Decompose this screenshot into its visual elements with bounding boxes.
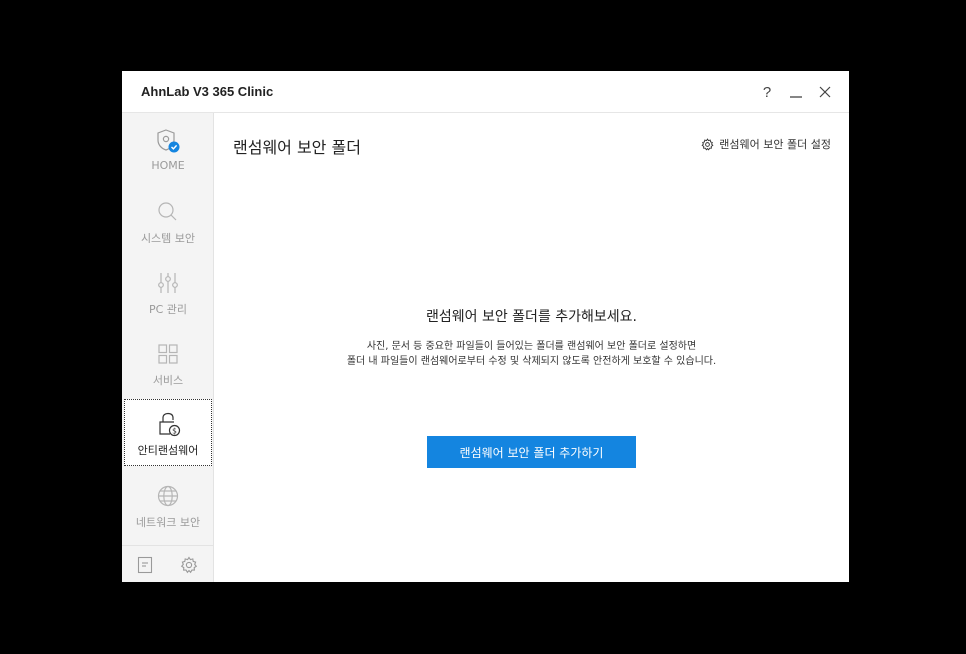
close-icon [819,86,831,98]
sidebar-bottom-bar [122,545,213,582]
close-button[interactable] [814,81,836,103]
sidebar-item-pc-management[interactable]: PC 관리 [124,259,212,326]
app-window: AhnLab V3 365 Clinic ? HOME 시스템 보안 PC 관리… [122,71,849,582]
svg-text:$: $ [172,426,177,435]
document-icon[interactable] [135,555,155,575]
title-bar: AhnLab V3 365 Clinic ? [122,71,849,113]
sidebar-item-label: HOME [151,159,185,172]
sidebar-item-label: 네트워크 보안 [135,516,201,529]
sidebar: HOME 시스템 보안 PC 관리 서비스 $ 안티랜섬웨어 네트워크 보안 [122,113,214,582]
search-icon [154,198,182,226]
globe-icon [154,482,182,510]
sidebar-item-anti-ransomware[interactable]: $ 안티랜섬웨어 [124,399,212,466]
main-content: 랜섬웨어 보안 폴더 랜섬웨어 보안 폴더 설정 랜섬웨어 보안 폴더를 추가해… [214,113,849,582]
gear-icon[interactable] [179,555,199,575]
settings-link-label: 랜섬웨어 보안 폴더 설정 [719,138,831,151]
empty-state-description: 사진, 문서 등 중요한 파일들이 들어있는 폴더를 랜섬웨어 보안 폴더로 설… [214,339,849,369]
add-ransomware-folder-button[interactable]: 랜섬웨어 보안 폴더 추가하기 [427,436,636,468]
empty-state-title: 랜섬웨어 보안 폴더를 추가해보세요. [426,309,637,325]
sidebar-item-home[interactable]: HOME [124,117,212,184]
page-title: 랜섬웨어 보안 폴더 [233,138,361,157]
help-button[interactable]: ? [756,81,778,103]
empty-state-description-line: 폴더 내 파일들이 랜섬웨어로부터 수정 및 삭제되지 않도록 안전하게 보호할… [346,356,717,367]
empty-state-description-line: 사진, 문서 등 중요한 파일들이 들어있는 폴더를 랜섬웨어 보안 폴더로 설… [366,341,697,352]
sidebar-item-system-security[interactable]: 시스템 보안 [124,188,212,255]
sidebar-item-network-security[interactable]: 네트워크 보안 [124,472,212,539]
minimize-icon [790,96,802,98]
lock-dollar-icon: $ [154,410,182,438]
shield-check-icon [154,127,182,155]
minimize-button[interactable] [785,81,807,103]
sidebar-item-label: 안티랜섬웨어 [137,444,199,457]
sidebar-item-services[interactable]: 서비스 [124,330,212,397]
app-title: AhnLab V3 365 Clinic [141,84,274,99]
sidebar-item-label: 시스템 보안 [140,232,196,245]
sidebar-item-label: 서비스 [152,374,184,387]
sidebar-item-label: PC 관리 [148,303,188,316]
sliders-icon [154,269,182,297]
ransomware-folder-settings-link[interactable]: 랜섬웨어 보안 폴더 설정 [701,136,831,152]
grid-icon [154,340,182,368]
gear-icon [701,137,714,151]
